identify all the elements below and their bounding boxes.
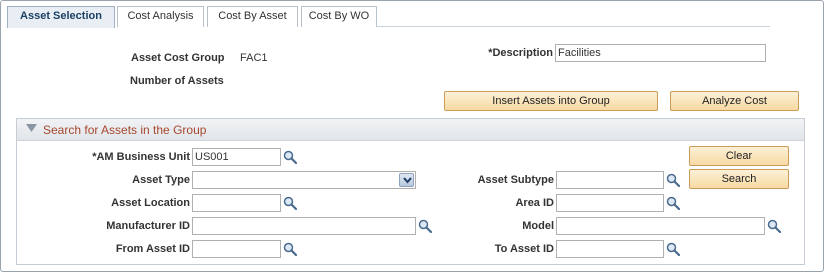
tab-strip-line: [377, 26, 770, 27]
asset-location-field[interactable]: [192, 194, 281, 212]
business-unit-lookup-icon[interactable]: [283, 150, 298, 165]
search-section-header[interactable]: Search for Assets in the Group: [17, 119, 804, 141]
from-asset-id-label: From Asset ID: [115, 243, 190, 255]
asset-location-lookup-icon[interactable]: [283, 196, 298, 211]
to-asset-id-label: To Asset ID: [494, 243, 554, 255]
to-asset-id-field[interactable]: [556, 240, 664, 258]
manufacturer-id-label: Manufacturer ID: [106, 220, 190, 232]
asset-subtype-lookup-icon[interactable]: [666, 173, 681, 188]
tab-cost-by-asset[interactable]: Cost By Asset: [207, 6, 298, 27]
asset-type-select[interactable]: [192, 171, 416, 189]
search-section-title: Search for Assets in the Group: [43, 123, 207, 137]
description-field[interactable]: [555, 44, 766, 62]
search-button[interactable]: Search: [689, 169, 789, 189]
area-id-lookup-icon[interactable]: [666, 196, 681, 211]
number-of-assets-label: Number of Assets: [130, 75, 224, 87]
tab-asset-selection[interactable]: Asset Selection: [7, 6, 115, 28]
asset-cost-group-value: FAC1: [240, 52, 268, 64]
insert-assets-button[interactable]: Insert Assets into Group: [444, 91, 658, 111]
model-lookup-icon[interactable]: [767, 219, 782, 234]
asset-subtype-field[interactable]: [556, 171, 664, 189]
to-asset-id-lookup-icon[interactable]: [666, 242, 681, 257]
asset-cost-group-label: Asset Cost Group: [131, 52, 225, 64]
area-id-label: Area ID: [515, 197, 554, 209]
analyze-cost-button[interactable]: Analyze Cost: [670, 91, 799, 111]
chevron-down-icon[interactable]: [399, 173, 414, 187]
manufacturer-id-field[interactable]: [192, 217, 416, 235]
asset-type-label: Asset Type: [132, 174, 190, 186]
tab-cost-analysis[interactable]: Cost Analysis: [117, 6, 204, 27]
model-field[interactable]: [556, 217, 765, 235]
business-unit-label: *AM Business Unit: [92, 151, 190, 163]
model-label: Model: [522, 220, 554, 232]
from-asset-id-lookup-icon[interactable]: [283, 242, 298, 257]
from-asset-id-field[interactable]: [192, 240, 281, 258]
business-unit-field[interactable]: [192, 148, 281, 166]
tab-cost-by-wo[interactable]: Cost By WO: [301, 6, 377, 27]
triangle-down-icon[interactable]: [26, 124, 37, 136]
area-id-field[interactable]: [556, 194, 664, 212]
asset-subtype-label: Asset Subtype: [477, 174, 554, 186]
description-label: *Description: [488, 47, 553, 59]
clear-button[interactable]: Clear: [689, 146, 789, 166]
asset-location-label: Asset Location: [111, 197, 190, 209]
